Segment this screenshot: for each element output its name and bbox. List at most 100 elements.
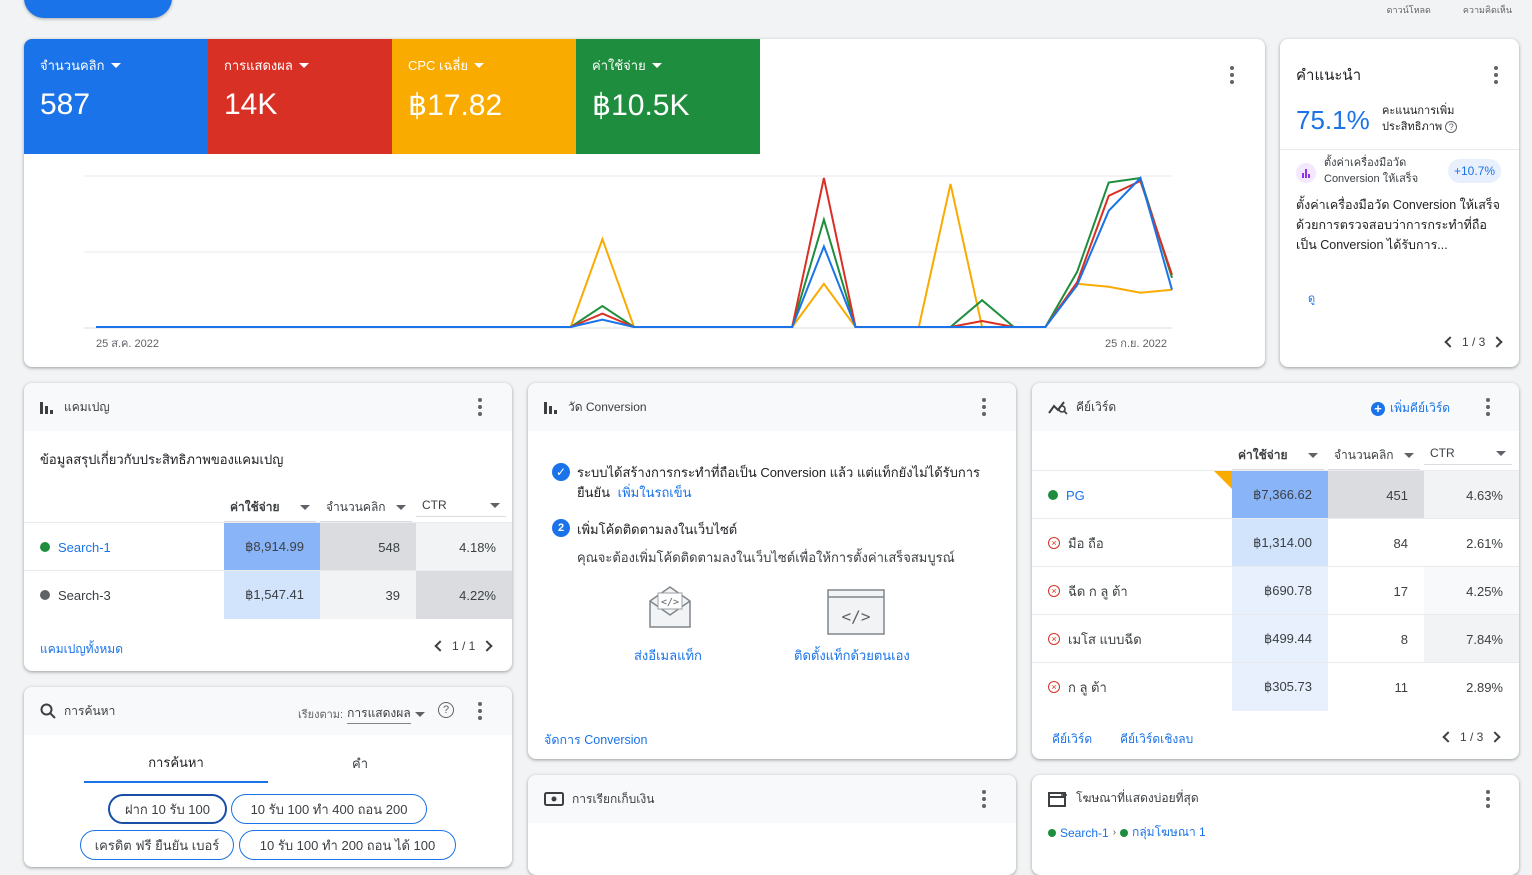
status-removed-icon: × — [1048, 633, 1060, 645]
email-tag-link[interactable]: ส่งอีเมลแท็ก — [634, 645, 702, 666]
tab-label: คำ — [352, 755, 368, 771]
more-options-icon[interactable] — [468, 699, 492, 723]
column-header-ctr[interactable]: CTR — [1424, 446, 1512, 465]
status-enabled-icon — [1048, 490, 1058, 500]
chevron-left-icon[interactable] — [434, 640, 446, 652]
search-chip[interactable]: เครดิต ฟรี ยืนยัน เบอร์ — [80, 830, 234, 860]
cost-cell: ฿499.44 — [1232, 615, 1328, 663]
step2-title: เพิ่มโค้ดติดตามลงในเว็บไซต์ — [577, 522, 738, 537]
step2-description: คุณจะต้องเพิ่มโค้ดติดตามลงในเว็บไซต์เพื่… — [577, 550, 955, 565]
more-options-icon[interactable] — [1476, 395, 1500, 419]
pager-text: 1 / 1 — [452, 639, 476, 653]
chevron-right-icon[interactable] — [1491, 336, 1504, 348]
table-row[interactable]: × ก ลู ต้า ฿305.73 11 2.89% — [1032, 662, 1519, 711]
create-button[interactable] — [24, 0, 172, 18]
install-tag-option[interactable]: </> ติดตั้งแท็กด้วยตนเอง — [790, 583, 930, 663]
tab-label: การค้นหา — [148, 754, 204, 770]
optimization-score: 75.1% — [1296, 105, 1370, 135]
column-header-clicks[interactable]: จำนวนคลิก — [1328, 446, 1420, 470]
billing-card: การเรียกเก็บเงิน — [528, 775, 1016, 875]
more-options-icon[interactable] — [1484, 63, 1508, 87]
chevron-left-icon[interactable] — [1444, 336, 1456, 348]
campaign-name[interactable]: Search-3 — [58, 588, 111, 603]
table-row[interactable]: PG ฿7,366.62 451 4.63% — [1032, 470, 1519, 519]
tab-words[interactable]: คำ — [268, 743, 452, 783]
download-link[interactable]: ดาวน์โหลด — [1387, 3, 1431, 17]
help-icon[interactable]: ? — [438, 702, 454, 718]
tab-search-terms[interactable]: การค้นหา — [84, 743, 268, 783]
chart-series-line-0 — [96, 183, 1173, 328]
search-icon — [40, 703, 56, 719]
table-row[interactable]: × เมโส แบบฉีด ฿499.44 8 7.84% — [1032, 614, 1519, 663]
table-row[interactable]: Search-3 ฿1,547.41 39 4.22% — [24, 570, 512, 619]
step1-link[interactable]: เพิ่มในรถเข็น — [618, 485, 692, 500]
manage-conversions-link[interactable]: จัดการ Conversion — [544, 730, 647, 750]
table-row[interactable]: × ฉีด ก ลู ต้า ฿690.78 17 4.25% — [1032, 566, 1519, 615]
caret-down-icon — [1496, 450, 1506, 456]
keyword-name[interactable]: PG — [1066, 488, 1085, 503]
ctr-cell: 4.18% — [416, 523, 512, 571]
caret-down-icon — [414, 711, 425, 717]
help-icon[interactable]: ? — [1445, 121, 1458, 133]
table-row[interactable]: × มือ ถือ ฿1,314.00 84 2.61% — [1032, 518, 1519, 567]
caret-down-icon — [1404, 453, 1414, 458]
card-title: คีย์เวิร์ด — [1076, 399, 1117, 414]
card-title: การเรียกเก็บเงิน — [572, 791, 655, 806]
keywords-link[interactable]: คีย์เวิร์ด — [1052, 730, 1092, 749]
score-label: คะแนนการเพิ่มประสิทธิภาพ ? — [1382, 103, 1478, 135]
card-title: การค้นหา — [64, 703, 116, 718]
campaign-name[interactable]: Search-1 — [58, 540, 111, 555]
svg-text:</>: </> — [842, 607, 871, 626]
x-axis-start-label: 25 ส.ค. 2022 — [96, 338, 160, 350]
ctr-cell: 7.84% — [1424, 615, 1519, 663]
ctr-cell: 2.61% — [1424, 519, 1519, 567]
chevron-right-icon[interactable] — [481, 640, 494, 652]
more-options-icon[interactable] — [972, 395, 996, 419]
all-campaigns-link[interactable]: แคมเปญทั้งหมด — [40, 640, 123, 659]
recommendation-item-title: ตั้งค่าเครื่องมือวัด Conversion ให้เสร็จ — [1324, 157, 1419, 185]
negative-keywords-link[interactable]: คีย์เวิร์ดเชิงลบ — [1120, 730, 1193, 749]
more-options-icon[interactable] — [1476, 787, 1500, 811]
clicks-cell: 8 — [1328, 615, 1424, 663]
campaigns-card: แคมเปญ ข้อมูลสรุปเกี่ยวกับประสิทธิภาพของ… — [24, 383, 512, 671]
sort-value: การแสดงผล — [347, 704, 411, 724]
keyword-name[interactable]: ฉีด ก ลู ต้า — [1068, 581, 1128, 602]
keyword-name[interactable]: ก ลู ต้า — [1068, 677, 1107, 698]
breadcrumb-campaign[interactable]: Search-1 — [1060, 826, 1109, 840]
keyword-name[interactable]: เมโส แบบฉีด — [1068, 629, 1142, 650]
more-options-icon[interactable] — [972, 787, 996, 811]
search-chip[interactable]: 10 รับ 100 ทำ 200 ถอน ได้ 100 — [239, 830, 456, 860]
search-chip[interactable]: 10 รับ 100 ทำ 400 ถอน 200 — [231, 794, 427, 824]
view-link[interactable]: ดู — [1308, 289, 1315, 307]
browser-code-icon: </> — [827, 589, 885, 635]
chevron-right-icon[interactable] — [1489, 731, 1502, 743]
install-tag-link[interactable]: ติดตั้งแท็กด้วยตนเอง — [794, 645, 910, 666]
breadcrumb-ad-group[interactable]: กลุ่มโฆษณา 1 — [1132, 823, 1206, 842]
column-header-ctr[interactable]: CTR — [416, 498, 506, 517]
recommendation-pager: 1 / 3 — [1444, 335, 1504, 349]
status-enabled-icon — [1120, 828, 1129, 837]
keyword-name[interactable]: มือ ถือ — [1068, 533, 1104, 554]
column-header-cost[interactable]: ค่าใช้จ่าย — [1232, 446, 1324, 470]
feedback-link[interactable]: ความคิดเห็น — [1463, 3, 1512, 17]
card-title: คำแนะนำ — [1296, 67, 1362, 84]
step1-text: ระบบได้สร้างการกระทำที่ถือเป็น Conversio… — [577, 463, 997, 503]
recommendation-card: คำแนะนำ 75.1% คะแนนการเพิ่มประสิทธิภาพ ?… — [1280, 39, 1519, 367]
add-keyword-button[interactable]: + เพิ่มคีย์เวิร์ด — [1371, 399, 1450, 418]
chevron-left-icon[interactable] — [1442, 731, 1454, 743]
status-removed-icon: × — [1048, 681, 1060, 693]
add-circle-icon: + — [1371, 401, 1385, 416]
performance-chart — [84, 175, 1173, 329]
sort-control[interactable]: เรียงตาม: การแสดงผล — [298, 704, 425, 724]
search-chip[interactable]: ฝาก 10 รับ 100 — [108, 794, 227, 824]
cost-cell: ฿8,914.99 — [224, 523, 320, 571]
status-removed-icon: × — [1048, 537, 1060, 549]
column-header-cost[interactable]: ค่าใช้จ่าย — [224, 498, 316, 522]
keywords-card: คีย์เวิร์ด + เพิ่มคีย์เวิร์ด ค่าใช้จ่าย … — [1032, 383, 1519, 759]
column-header-clicks[interactable]: จำนวนคลิก — [320, 498, 412, 522]
email-tag-option[interactable]: </> ส่งอีเมลแท็ก — [624, 583, 714, 663]
more-options-icon[interactable] — [468, 395, 492, 419]
recommendation-body: ตั้งค่าเครื่องมือวัด Conversion ให้เสร็จ… — [1296, 198, 1500, 252]
clicks-cell: 548 — [320, 523, 416, 571]
table-row[interactable]: Search-1 ฿8,914.99 548 4.18% — [24, 522, 512, 571]
